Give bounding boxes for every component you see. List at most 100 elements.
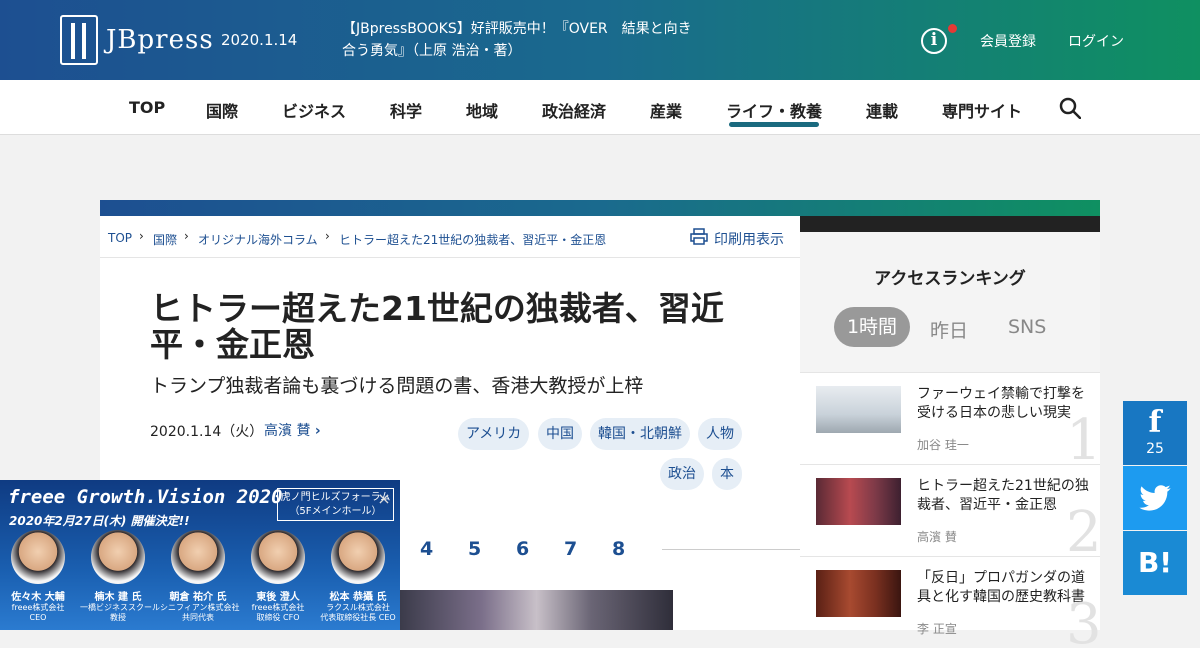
nav-active-indicator bbox=[729, 122, 819, 127]
info-icon[interactable]: i bbox=[921, 28, 947, 54]
breadcrumb-separator-icon: › bbox=[325, 229, 330, 243]
nav-item-industry[interactable]: 産業 bbox=[650, 98, 682, 122]
twitter-share-button[interactable] bbox=[1123, 466, 1187, 530]
ranking-item[interactable]: 「反日」プロパガンダの道具と化す韓国の歴史教科書 李 正宣 3 bbox=[800, 556, 1100, 648]
close-icon[interactable]: × bbox=[374, 489, 394, 509]
speaker-role: 共同代表 bbox=[182, 613, 214, 622]
ranking-number: 3 bbox=[1066, 592, 1100, 648]
logo-mark-icon bbox=[60, 15, 98, 65]
ranking-item-author: 高濱 賛 bbox=[917, 530, 957, 544]
article-image bbox=[400, 590, 673, 630]
breadcrumb-separator-icon: › bbox=[184, 229, 189, 243]
ranking-item-title: ファーウェイ禁輸で打撃を受ける日本の悲しい現実 bbox=[917, 386, 1085, 421]
page-link-5[interactable]: 5 bbox=[468, 538, 481, 560]
speaker-name: 松本 恭攝 氏 bbox=[329, 592, 387, 603]
social-share-bar: f 25 B! bbox=[1123, 401, 1187, 596]
ranking-sidebar: アクセスランキング 1時間 昨日 SNS ファーウェイ禁輸で打撃を受ける日本の悲… bbox=[800, 216, 1100, 648]
sidebar-top-bar bbox=[800, 216, 1100, 232]
site-logo[interactable]: JBpress bbox=[60, 15, 214, 65]
nav-item-business[interactable]: ビジネス bbox=[282, 98, 346, 122]
tab-1-hour[interactable]: 1時間 bbox=[834, 307, 910, 347]
tag-person[interactable]: 人物 bbox=[698, 418, 742, 450]
promo-link[interactable]: 【JBpressBOOKS】好評販売中！『OVER 結果と向き合う勇気』（上原 … bbox=[342, 18, 692, 62]
nav-item-international[interactable]: 国際 bbox=[206, 98, 238, 122]
printer-icon[interactable] bbox=[690, 228, 708, 245]
notification-dot-icon bbox=[948, 24, 957, 33]
tag-china[interactable]: 中国 bbox=[538, 418, 582, 450]
twitter-icon bbox=[1139, 485, 1171, 511]
nav-item-life-culture[interactable]: ライフ・教養 bbox=[726, 98, 822, 122]
page-link-6[interactable]: 6 bbox=[516, 538, 529, 560]
facebook-icon: f bbox=[1148, 405, 1162, 440]
page-link-7[interactable]: 7 bbox=[564, 538, 577, 560]
ranking-item-title: 「反日」プロパガンダの道具と化す韓国の歴史教科書 bbox=[917, 570, 1085, 605]
search-icon[interactable] bbox=[1059, 97, 1081, 119]
breadcrumb-top[interactable]: TOP bbox=[108, 231, 132, 245]
nav-item-region[interactable]: 地域 bbox=[466, 98, 498, 122]
hatena-bookmark-icon: B! bbox=[1137, 546, 1173, 579]
chevron-right-icon: › bbox=[314, 423, 321, 439]
speaker-company: 一橋ビジネススクール bbox=[80, 603, 160, 612]
ranking-item-author: 李 正宣 bbox=[917, 622, 957, 636]
breadcrumb-separator-icon: › bbox=[139, 229, 144, 243]
author-link[interactable]: 高濱 賛 › bbox=[264, 420, 321, 440]
ad-speaker: 松本 恭攝 氏 ラクスル株式会社 代表取締役社長 CEO bbox=[320, 530, 396, 623]
ranking-header bbox=[800, 232, 1100, 372]
tag-politics[interactable]: 政治 bbox=[660, 458, 704, 490]
breadcrumb-international[interactable]: 国際 bbox=[153, 231, 177, 248]
nav-item-series[interactable]: 連載 bbox=[866, 98, 898, 122]
pagination-divider bbox=[662, 549, 800, 550]
speaker-photo bbox=[11, 530, 65, 584]
tag-korea[interactable]: 韓国・北朝鮮 bbox=[590, 418, 690, 450]
speaker-photo bbox=[331, 530, 385, 584]
login-link[interactable]: ログイン bbox=[1068, 31, 1124, 51]
tag-book[interactable]: 本 bbox=[712, 458, 742, 490]
event-ad-banner[interactable]: freee Growth.Vision 2020 2020年2月27日(木) 開… bbox=[0, 480, 400, 630]
ad-speaker: 楠木 建 氏 一橋ビジネススクール 教授 bbox=[80, 530, 160, 623]
tab-yesterday[interactable]: 昨日 bbox=[930, 316, 968, 343]
article-subtitle: トランプ独裁者論も裏づける問題の書、香港大教授が上梓 bbox=[150, 375, 644, 397]
facebook-share-count: 25 bbox=[1146, 441, 1164, 457]
nav-item-top[interactable]: TOP bbox=[129, 98, 165, 117]
nav-item-politics-economy[interactable]: 政治経済 bbox=[542, 98, 606, 122]
ranking-thumbnail bbox=[816, 478, 901, 525]
speaker-company: freee株式会社 bbox=[251, 603, 305, 612]
site-header: JBpress 2020.1.14 【JBpressBOOKS】好評販売中！『O… bbox=[0, 0, 1200, 80]
register-link[interactable]: 会員登録 bbox=[980, 31, 1036, 51]
article-date: 2020.1.14（火） bbox=[150, 424, 264, 440]
ranking-number: 1 bbox=[1066, 408, 1100, 465]
content-top-bar bbox=[100, 200, 1100, 216]
ranking-thumbnail bbox=[816, 570, 901, 617]
nav-item-science[interactable]: 科学 bbox=[390, 98, 422, 122]
speaker-role: CEO bbox=[29, 613, 47, 622]
ranking-item-title: ヒトラー超えた21世紀の独裁者、習近平・金正恩 bbox=[917, 478, 1089, 513]
ad-title: freee Growth.Vision 2020 bbox=[8, 486, 283, 508]
header-date: 2020.1.14 bbox=[221, 31, 298, 49]
speaker-name: 東後 澄人 bbox=[256, 592, 300, 603]
page-link-4[interactable]: 4 bbox=[420, 538, 433, 560]
tab-sns[interactable]: SNS bbox=[1008, 316, 1046, 338]
author-name: 高濱 賛 bbox=[264, 423, 311, 439]
speaker-photo bbox=[91, 530, 145, 584]
speaker-name: 楠木 建 氏 bbox=[94, 592, 142, 603]
breadcrumb: TOP › 国際 › オリジナル海外コラム › ヒトラー超えた21世紀の独裁者、… bbox=[100, 216, 800, 258]
ad-speaker: 佐々木 大輔 freee株式会社 CEO bbox=[0, 530, 76, 623]
breadcrumb-column[interactable]: オリジナル海外コラム bbox=[198, 231, 318, 248]
hatena-bookmark-button[interactable]: B! bbox=[1123, 531, 1187, 595]
speaker-photo bbox=[251, 530, 305, 584]
ranking-item[interactable]: ヒトラー超えた21世紀の独裁者、習近平・金正恩 高濱 賛 2 bbox=[800, 464, 1100, 556]
nav-item-special-sites[interactable]: 専門サイト bbox=[942, 98, 1022, 122]
ad-date: 2020年2月27日(木) 開催決定!! bbox=[9, 514, 190, 528]
speaker-role: 教授 bbox=[110, 613, 126, 622]
ranking-thumbnail bbox=[816, 386, 901, 433]
breadcrumb-current: ヒトラー超えた21世紀の独裁者、習近平・金正恩 bbox=[339, 233, 607, 247]
ad-speaker: 東後 澄人 freee株式会社 取締役 CFO bbox=[240, 530, 316, 623]
ad-speaker: 朝倉 祐介 氏 シニフィアン株式会社 共同代表 bbox=[160, 530, 240, 623]
facebook-share-button[interactable]: f 25 bbox=[1123, 401, 1187, 465]
ranking-item[interactable]: ファーウェイ禁輸で打撃を受ける日本の悲しい現実 加谷 珪一 1 bbox=[800, 372, 1100, 464]
page-link-8[interactable]: 8 bbox=[612, 538, 625, 560]
speaker-company: シニフィアン株式会社 bbox=[160, 603, 240, 612]
print-link[interactable]: 印刷用表示 bbox=[714, 229, 784, 249]
main-nav: TOP 国際 ビジネス 科学 地域 政治経済 産業 ライフ・教養 連載 専門サイ… bbox=[0, 80, 1200, 135]
tag-america[interactable]: アメリカ bbox=[458, 418, 530, 450]
